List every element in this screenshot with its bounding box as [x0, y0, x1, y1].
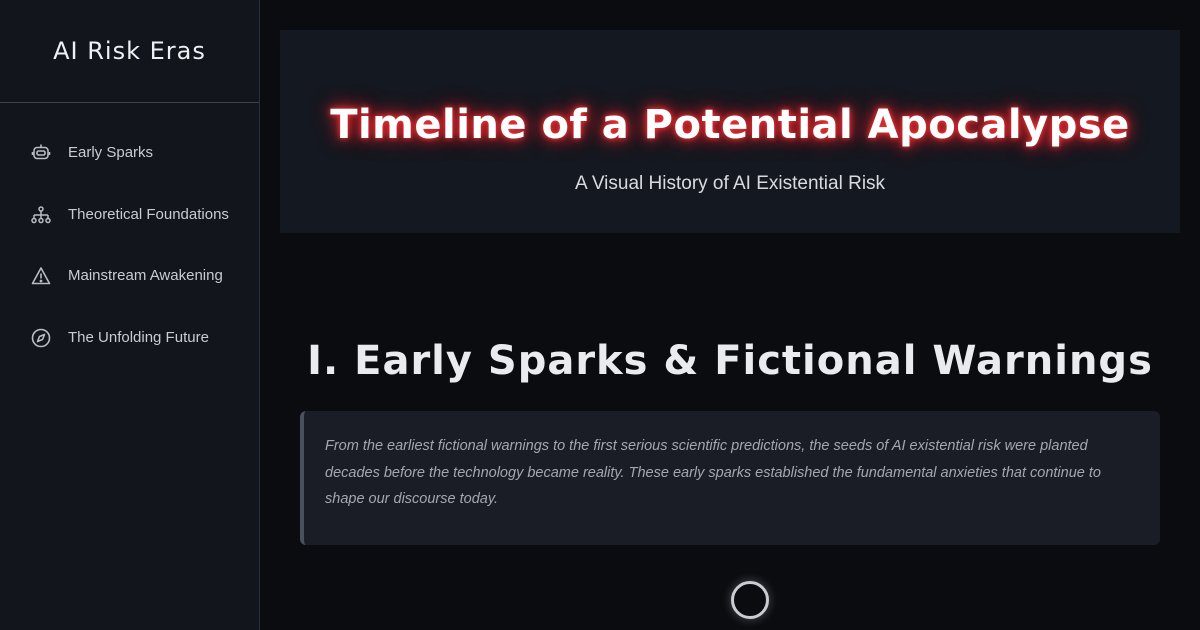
compass-icon [30, 327, 52, 349]
sidebar-item-mainstream-awakening[interactable]: Mainstream Awakening [0, 262, 259, 324]
sidebar-item-label: Early Sparks [68, 144, 154, 161]
page-subtitle: A Visual History of AI Existential Risk [574, 173, 886, 194]
sidebar-item-label: The Unfolding Future [68, 328, 209, 346]
sidebar-item-theoretical-foundations[interactable]: Theoretical Foundations [0, 201, 259, 263]
sidebar-item-unfolding-future[interactable]: The Unfolding Future [0, 324, 259, 386]
main-content: Timeline of a Potential Apocalypse A Vis… [260, 0, 1200, 630]
section-title: I. Early Sparks & Fictional Warnings [307, 338, 1153, 384]
sidebar: AI Risk Eras Early Sparks Theoretical Fo… [0, 0, 260, 630]
sidebar-nav: Early Sparks Theoretical Foundations Mai… [0, 103, 259, 385]
sitemap-icon [30, 204, 52, 226]
section-intro-text: From the earliest fictional warnings to … [325, 438, 1101, 507]
page-title: Timeline of a Potential Apocalypse [330, 102, 1130, 148]
timeline-node [731, 581, 769, 619]
sidebar-item-label: Mainstream Awakening [68, 267, 223, 284]
app: AI Risk Eras Early Sparks Theoretical Fo… [0, 0, 1200, 630]
sidebar-item-label: Theoretical Foundations [68, 205, 229, 223]
sidebar-item-early-sparks[interactable]: Early Sparks [0, 139, 259, 201]
warning-icon [30, 265, 52, 287]
robot-icon [30, 142, 52, 164]
section-intro-card: From the earliest fictional warnings to … [300, 411, 1160, 545]
hero-banner: Timeline of a Potential Apocalypse A Vis… [280, 30, 1180, 233]
sidebar-brand: AI Risk Eras [0, 0, 259, 103]
